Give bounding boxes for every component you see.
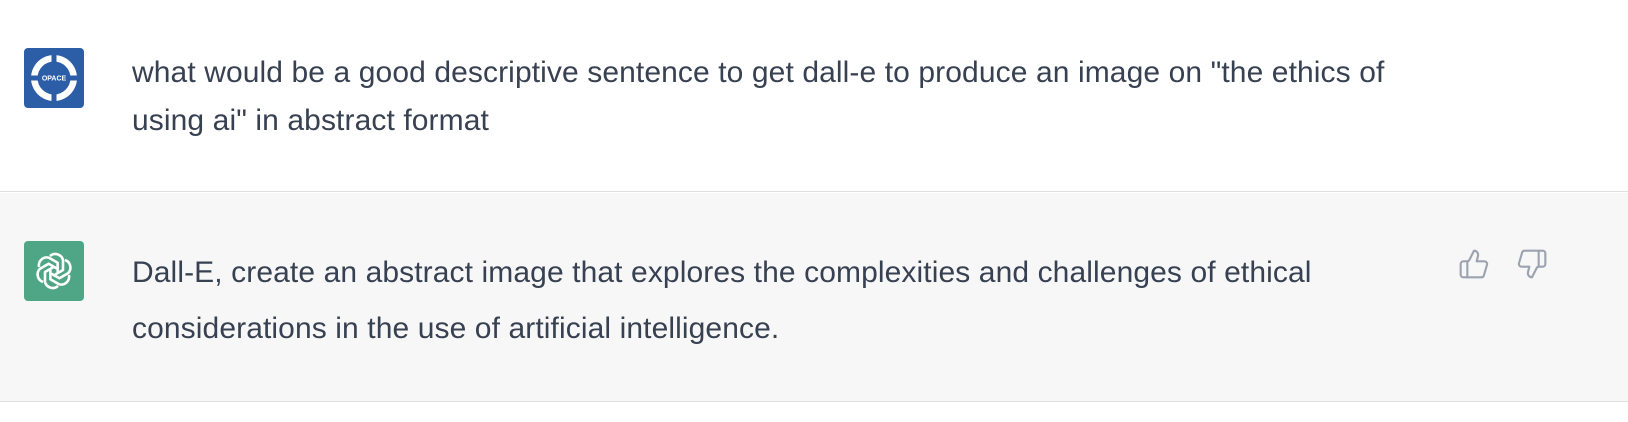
feedback-controls [1458,248,1548,280]
thumbs-up-icon [1459,249,1489,279]
user-avatar-label: OPACE [42,76,67,83]
assistant-message: Dall-E, create an abstract image that ex… [0,193,1628,402]
user-message: OPACE what would be a good descriptive s… [0,0,1628,192]
openai-logo-icon [24,241,84,301]
thumbs-down-button[interactable] [1516,248,1548,280]
thumbs-down-icon [1517,249,1547,279]
assistant-message-text: Dall-E, create an abstract image that ex… [132,256,1312,345]
conversation-thread: OPACE what would be a good descriptive s… [0,0,1628,422]
user-message-text: what would be a good descriptive sentenc… [132,56,1385,137]
user-avatar: OPACE [24,48,84,108]
thumbs-up-button[interactable] [1458,248,1490,280]
